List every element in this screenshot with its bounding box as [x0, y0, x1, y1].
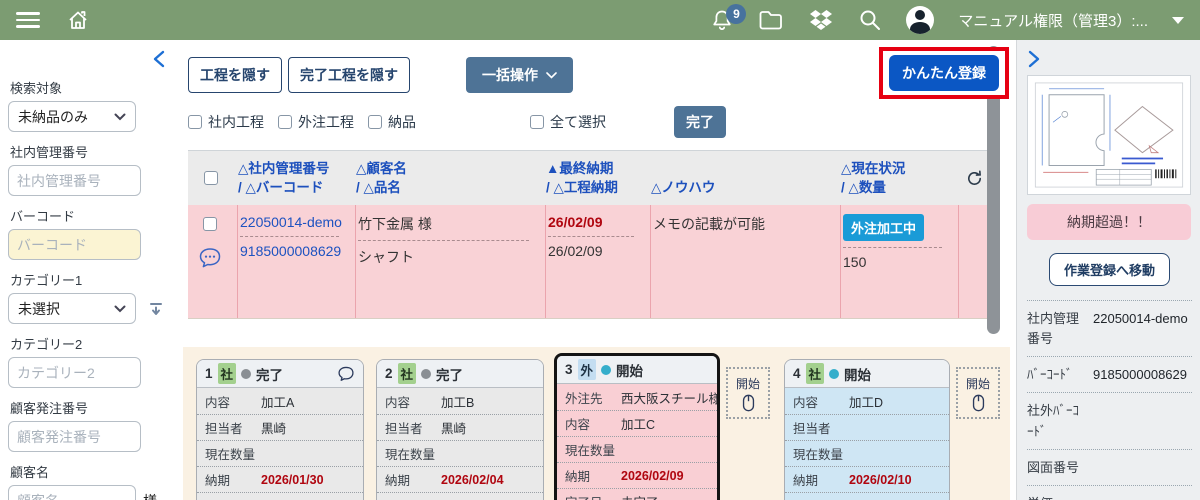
orders-table: △社内管理番号 / △バーコード △顧客名 / △品名 ▲最終納期 / △工程納…: [188, 150, 993, 319]
customer-order-no-input[interactable]: [8, 421, 141, 452]
expand-filters-icon[interactable]: [148, 301, 164, 317]
barcode-input[interactable]: [8, 229, 141, 260]
search-sidebar: 検索対象 未納品のみ 社内管理番号 バーコード カテゴリー1 未選択: [0, 40, 180, 500]
col-knowhow-header[interactable]: △ノウハウ: [651, 157, 841, 199]
table-header-row: △社内管理番号 / △バーコード △顧客名 / △品名 ▲最終納期 / △工程納…: [188, 150, 993, 205]
hamburger-menu-icon[interactable]: [16, 12, 40, 28]
row-knowhow: メモの記載が可能: [651, 205, 841, 318]
internal-id-label: 社内管理番号: [10, 142, 172, 161]
main-content: 工程を隠す 完了工程を隠す 一括操作 かんたん登録 社内工程 外注工程 納品 全…: [180, 40, 1010, 500]
home-icon[interactable]: [66, 8, 90, 32]
row-quantity: 150: [843, 254, 866, 270]
row-status-badge: 外注加工中: [843, 214, 924, 241]
select-all-label: 全て選択: [550, 112, 606, 132]
folder-icon[interactable]: [758, 9, 784, 31]
status-dot-icon: [421, 369, 431, 379]
search-icon[interactable]: [858, 8, 882, 32]
status-dot-icon: [241, 369, 251, 379]
detail-list: 社内管理番号 22050014-demo ﾊﾞｰｺｰﾄﾞ 91850000086…: [1027, 300, 1192, 500]
topbar: 9 マニュアル: [0, 0, 1200, 40]
outsourced-process-label: 外注工程: [298, 112, 354, 132]
status-dot-icon: [601, 365, 611, 375]
process-status: 開始: [616, 360, 643, 380]
process-card-2[interactable]: 2 社 完了 内容加工B 担当者黒崎 現在数量 納期2026/02/04 完了日…: [376, 359, 544, 500]
process-type-badge: 外: [578, 359, 597, 380]
app-window: 9 マニュアル: [0, 0, 1200, 500]
easy-register-button[interactable]: かんたん登録: [889, 55, 999, 91]
process-card-4[interactable]: 4 社 開始 内容加工D 担当者 現在数量 納期2026/02/10 完了日未完…: [784, 359, 950, 500]
delivery-checkbox[interactable]: [368, 115, 382, 129]
process-filter-row: 社内工程 外注工程 納品 全て選択 完了: [188, 106, 1010, 138]
category2-label: カテゴリー2: [10, 334, 172, 353]
process-card-1[interactable]: 1 社 完了 内容加工A 担当者黒崎 現在数量: [196, 359, 364, 500]
process-cards-area: 1 社 完了 内容加工A 担当者黒崎 現在数量: [183, 347, 1010, 500]
category1-select[interactable]: 未選択: [8, 293, 136, 324]
detail-row-barcode: ﾊﾞｰｺｰﾄﾞ 9185000008629: [1027, 357, 1192, 393]
customer-order-no-label: 顧客発注番号: [10, 398, 172, 417]
col-due-header[interactable]: ▲最終納期 / △工程納期: [546, 157, 651, 199]
process-status: 完了: [436, 364, 463, 384]
user-menu-caret-icon[interactable]: [1172, 17, 1184, 24]
detail-row-internal-id: 社内管理番号 22050014-demo: [1027, 300, 1192, 357]
outsourced-process-checkbox[interactable]: [278, 115, 292, 129]
dropbox-icon[interactable]: [808, 8, 834, 32]
collapse-sidebar-chevron-icon[interactable]: [152, 50, 166, 68]
status-dot-icon: [829, 369, 839, 379]
hide-completed-process-button[interactable]: 完了工程を隠す: [288, 57, 410, 93]
col-internal-id-header[interactable]: △社内管理番号 / △バーコード: [238, 157, 356, 199]
process-status: 開始: [844, 364, 871, 384]
table-row[interactable]: 22050014-demo 9185000008629 竹下金属 様 シャフト …: [188, 205, 993, 319]
user-avatar[interactable]: [906, 6, 934, 34]
easy-register-highlight-frame: かんたん登録: [879, 47, 1009, 99]
internal-process-label: 社内工程: [208, 112, 264, 132]
barcode-label: バーコード: [10, 206, 172, 225]
process-card-3-selected[interactable]: 3 外 開始 外注先西大阪スチール様 内容加工C 現在数量 納期2026/02/…: [554, 353, 720, 500]
search-target-label: 検索対象: [10, 78, 172, 97]
customer-name-label: 顧客名: [10, 462, 172, 481]
start-drop-zone[interactable]: 開始: [726, 367, 770, 419]
col-status-header[interactable]: △現在状況 / △数量: [841, 157, 959, 199]
user-role-label: マニュアル権限（管理3）:...: [958, 10, 1148, 31]
complete-button[interactable]: 完了: [674, 106, 726, 138]
notification-count-badge: 9: [726, 4, 746, 24]
row-final-due: 26/02/09: [548, 214, 603, 230]
search-target-select[interactable]: 未納品のみ: [8, 101, 136, 132]
process-status: 完了: [256, 364, 283, 384]
col-customer-header[interactable]: △顧客名 / △品名: [356, 157, 546, 199]
expand-panel-chevron-icon[interactable]: [1027, 50, 1041, 68]
row-product: シャフト: [358, 249, 414, 265]
row-process-due: 26/02/09: [548, 243, 603, 259]
mouse-icon: [742, 394, 755, 412]
row-select-checkbox[interactable]: [203, 217, 217, 231]
goto-work-register-button[interactable]: 作業登録へ移動: [1049, 253, 1170, 286]
overdue-alert-badge: 納期超過！！: [1027, 204, 1191, 240]
detail-row-unit-price: 単価: [1027, 486, 1192, 500]
process-type-badge: 社: [806, 363, 825, 384]
bulk-action-button[interactable]: 一括操作: [466, 57, 573, 93]
customer-name-suffix: 様: [143, 491, 157, 500]
row-comment-bubble-icon[interactable]: [198, 247, 222, 269]
drawing-thumbnail[interactable]: [1027, 75, 1191, 195]
header-select-checkbox[interactable]: [204, 171, 218, 185]
detail-row-drawing-no: 図面番号: [1027, 450, 1192, 486]
internal-id-input[interactable]: [8, 165, 141, 196]
select-all-checkbox[interactable]: [530, 115, 544, 129]
card-comment-bubble-icon[interactable]: [337, 366, 355, 382]
detail-panel: 納期超過！！ 作業登録へ移動 社内管理番号 22050014-demo ﾊﾞｰｺ…: [1016, 40, 1200, 500]
hide-process-button[interactable]: 工程を隠す: [188, 57, 282, 93]
internal-process-checkbox[interactable]: [188, 115, 202, 129]
category1-label: カテゴリー1: [10, 270, 172, 289]
row-customer: 竹下金属 様: [358, 216, 432, 232]
mouse-icon: [972, 394, 985, 412]
category2-input[interactable]: [8, 357, 141, 388]
process-type-badge: 社: [218, 363, 237, 384]
row-barcode-link[interactable]: 9185000008629: [240, 243, 341, 259]
row-internal-id-link[interactable]: 22050014-demo: [240, 214, 342, 230]
delivery-label: 納品: [388, 112, 416, 132]
notifications-bell-icon[interactable]: 9: [710, 8, 734, 32]
process-type-badge: 社: [398, 363, 417, 384]
start-drop-zone[interactable]: 開始: [956, 367, 1000, 419]
customer-name-input[interactable]: [8, 485, 136, 500]
detail-row-external-barcode: 社外ﾊﾞｰｺｰﾄﾞ: [1027, 393, 1192, 449]
